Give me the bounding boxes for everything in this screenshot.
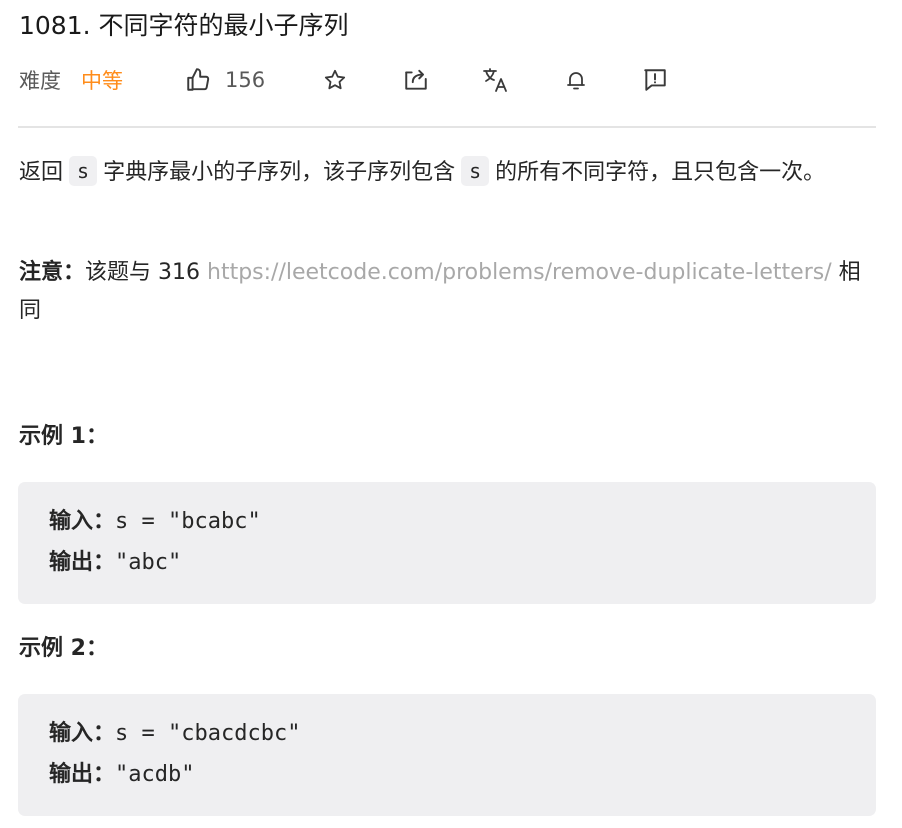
- star-icon: [323, 68, 347, 92]
- problem-page: 1081. 不同字符的最小子序列 难度 中等 156 返回 s 字典序最小的子序…: [0, 0, 902, 828]
- feedback-button[interactable]: [642, 62, 668, 98]
- input-value: s = "bcabc": [115, 509, 261, 534]
- output-label: 输出：: [49, 762, 116, 787]
- example-block: 输入：s = "cbacdcbc" 输出："acdb": [18, 694, 876, 816]
- example-input: 输入：s = "bcabc": [49, 503, 261, 541]
- share-icon: [403, 67, 429, 93]
- example-output: 输出："abc": [49, 544, 181, 582]
- input-value: s = "cbacdcbc": [115, 721, 301, 746]
- output-label: 输出：: [49, 550, 116, 575]
- translate-button[interactable]: [482, 62, 510, 98]
- difficulty-badge: 中等: [81, 69, 123, 93]
- note-text: 该题与 316: [85, 260, 207, 285]
- description-text: 的所有不同字符，且只包含一次。: [495, 160, 826, 185]
- note-label: 注意：: [19, 260, 86, 285]
- description-text: 返回: [19, 160, 64, 185]
- feedback-icon: [642, 67, 668, 93]
- like-button[interactable]: 156: [185, 62, 265, 98]
- output-value: "acdb": [115, 762, 195, 787]
- example-heading: 示例 1：: [19, 424, 108, 449]
- share-button[interactable]: [403, 62, 429, 98]
- subscribe-button[interactable]: [564, 62, 588, 98]
- favorite-button[interactable]: [323, 62, 347, 98]
- translate-icon: [482, 66, 510, 94]
- output-value: "abc": [115, 550, 182, 575]
- input-label: 输入：: [49, 721, 116, 746]
- problem-note: 注意：该题与 316 https://leetcode.com/problems…: [19, 254, 879, 330]
- thumbs-up-icon: [185, 67, 211, 93]
- difficulty-label: 难度: [19, 69, 61, 93]
- inline-code: s: [69, 156, 98, 186]
- example-output: 输出："acdb": [49, 756, 195, 794]
- problem-description: 返回 s 字典序最小的子序列，该子序列包含 s 的所有不同字符，且只包含一次。: [19, 154, 879, 192]
- description-text: 字典序最小的子序列，该子序列包含: [103, 160, 456, 185]
- bell-icon: [564, 68, 588, 92]
- inline-code: s: [461, 156, 490, 186]
- like-count: 156: [225, 68, 266, 92]
- example-input: 输入：s = "cbacdcbc": [49, 715, 300, 753]
- header-divider: [18, 126, 876, 128]
- related-problem-link[interactable]: https://leetcode.com/problems/remove-dup…: [207, 260, 832, 285]
- problem-meta-bar: 难度 中等: [19, 62, 123, 98]
- example-block: 输入：s = "bcabc" 输出："abc": [18, 482, 876, 604]
- example-heading: 示例 2：: [19, 636, 108, 661]
- problem-title: 1081. 不同字符的最小子序列: [19, 11, 349, 40]
- input-label: 输入：: [49, 509, 116, 534]
